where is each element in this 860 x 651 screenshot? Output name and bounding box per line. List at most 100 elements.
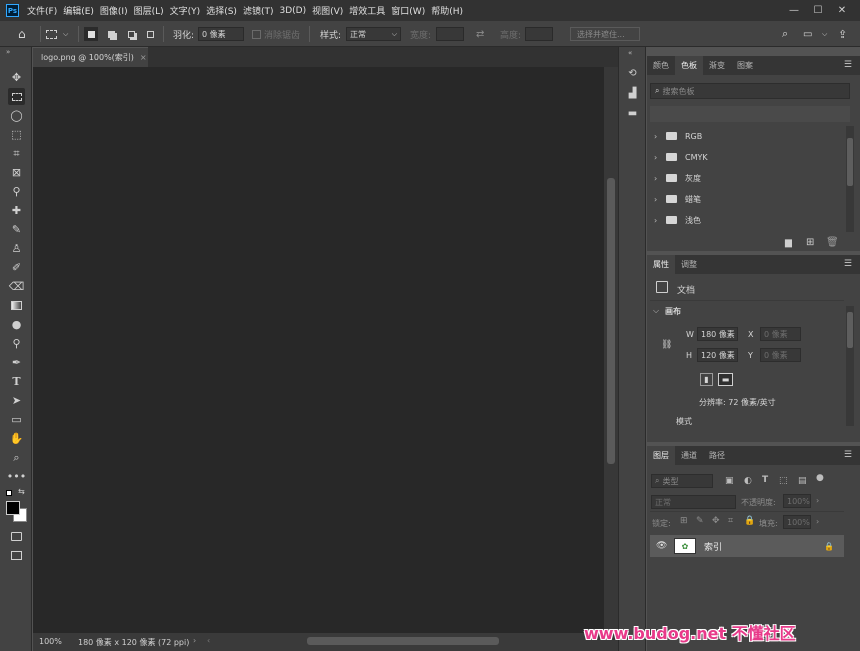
lock-position-icon[interactable]: ✥ xyxy=(712,516,720,526)
home-icon[interactable]: ⌂ xyxy=(18,21,26,47)
smart-object-filter-icon[interactable]: ▤ xyxy=(798,476,807,486)
tab-swatches[interactable]: 色板 xyxy=(675,56,703,75)
tab-paths[interactable]: 路径 xyxy=(703,446,731,465)
menu-edit[interactable]: 编辑(E) xyxy=(63,4,94,17)
eyedropper-tool-icon[interactable]: ⚲ xyxy=(8,183,25,200)
swatch-group[interactable]: › CMYK xyxy=(650,147,840,167)
layer-row[interactable]: 👁 ✿ 索引 🔒 xyxy=(650,535,844,557)
chevron-left-icon[interactable]: ‹ xyxy=(207,636,210,645)
healing-brush-tool-icon[interactable]: ✚ xyxy=(8,202,25,219)
opacity-input[interactable]: 100% xyxy=(783,494,811,508)
menu-window[interactable]: 窗口(W) xyxy=(391,4,425,17)
lasso-tool-icon[interactable]: ◯ xyxy=(8,107,25,124)
tab-properties[interactable]: 属性 xyxy=(647,255,675,274)
collapse-icon[interactable]: » xyxy=(6,48,10,56)
gradient-tool-icon[interactable] xyxy=(8,297,25,314)
maximize-button[interactable]: ☐ xyxy=(808,0,828,21)
object-selection-tool-icon[interactable]: ⬚ xyxy=(8,126,25,143)
swatch-group[interactable]: › RGB xyxy=(650,126,840,146)
quick-mask-icon[interactable] xyxy=(8,528,25,545)
brush-tool-icon[interactable]: ✎ xyxy=(8,221,25,238)
menu-3d[interactable]: 3D(D) xyxy=(279,6,306,16)
swatch-group[interactable]: › 灰度 xyxy=(650,168,840,188)
expand-icon[interactable]: « xyxy=(628,49,632,57)
lock-image-icon[interactable]: ✎ xyxy=(696,516,704,526)
menu-type[interactable]: 文字(Y) xyxy=(170,4,201,17)
eraser-tool-icon[interactable]: ⌫ xyxy=(8,278,25,295)
tab-gradients[interactable]: 渐变 xyxy=(703,56,731,75)
swatches-scroll-thumb[interactable] xyxy=(847,138,853,186)
lock-artboard-icon[interactable]: ⌗ xyxy=(728,516,733,526)
actions-icon[interactable]: ▟ xyxy=(626,87,639,99)
search-icon[interactable]: ⌕ xyxy=(782,21,788,47)
swatch-group[interactable]: › 浅色 xyxy=(650,210,840,230)
frame-tool-icon[interactable]: ⊠ xyxy=(8,164,25,181)
menu-view[interactable]: 视图(V) xyxy=(312,4,343,17)
lock-transparent-icon[interactable]: ⊞ xyxy=(680,516,688,526)
shape-filter-icon[interactable]: ⬚ xyxy=(779,476,788,486)
chevron-down-icon[interactable]: ⌵ xyxy=(822,21,827,47)
blur-tool-icon[interactable]: ● xyxy=(8,316,25,333)
swap-colors-icon[interactable]: ⇆ xyxy=(18,487,25,496)
blend-mode-select[interactable]: 正常 xyxy=(651,495,736,509)
tab-color[interactable]: 颜色 xyxy=(647,56,675,75)
visibility-eye-icon[interactable]: 👁 xyxy=(656,541,667,551)
panel-menu-icon[interactable]: ☰ xyxy=(844,60,852,70)
feather-input[interactable]: 0 像素 xyxy=(198,27,244,41)
history-brush-tool-icon[interactable]: ✐ xyxy=(8,259,25,276)
link-icon[interactable]: ⛓ xyxy=(661,340,672,350)
rectangle-tool-icon[interactable]: ▭ xyxy=(8,411,25,428)
layer-filter-select[interactable]: ⌕ 类型 xyxy=(651,474,713,488)
subtract-selection-icon[interactable] xyxy=(124,27,138,41)
style-select[interactable]: 正常 ⌵ xyxy=(346,27,401,41)
filter-toggle-icon[interactable]: ● xyxy=(816,473,824,483)
properties-scroll-thumb[interactable] xyxy=(847,312,853,348)
swatch-group[interactable]: › 蜡笔 xyxy=(650,189,840,209)
foreground-color-swatch[interactable] xyxy=(6,501,20,515)
crop-tool-icon[interactable]: ⌗ xyxy=(8,145,25,162)
panel-menu-icon[interactable]: ☰ xyxy=(844,450,852,460)
vertical-scroll-thumb[interactable] xyxy=(607,178,615,464)
tab-channels[interactable]: 通道 xyxy=(675,446,703,465)
menu-filter[interactable]: 滤镜(T) xyxy=(243,4,274,17)
zoom-tool-icon[interactable]: ⌕ xyxy=(8,449,25,466)
fill-input[interactable]: 100% xyxy=(783,515,811,529)
menu-help[interactable]: 帮助(H) xyxy=(431,4,463,17)
menu-select[interactable]: 选择(S) xyxy=(206,4,237,17)
close-icon[interactable]: × xyxy=(140,53,147,62)
horizontal-scroll-thumb[interactable] xyxy=(307,637,499,645)
move-tool-icon[interactable]: ✥ xyxy=(8,69,25,86)
marquee-tool-icon[interactable] xyxy=(8,88,25,105)
hand-tool-icon[interactable]: ✋ xyxy=(8,430,25,447)
dodge-tool-icon[interactable]: ⚲ xyxy=(8,335,25,352)
landscape-orientation-icon[interactable]: ▬ xyxy=(718,373,733,386)
width-input[interactable] xyxy=(436,27,464,41)
chevron-down-icon[interactable]: ⌵ xyxy=(63,21,68,47)
menu-image[interactable]: 图像(I) xyxy=(100,4,128,17)
new-group-icon[interactable]: ▆ xyxy=(785,238,792,248)
pixel-filter-icon[interactable]: ▣ xyxy=(725,476,734,486)
select-and-mask-button[interactable]: 选择并遮住... xyxy=(570,27,640,41)
new-selection-icon[interactable] xyxy=(84,27,98,41)
new-swatch-icon[interactable]: ⊞ xyxy=(806,237,814,248)
close-button[interactable]: ✕ xyxy=(832,0,852,21)
chevron-right-icon[interactable]: › xyxy=(193,636,196,645)
delete-icon[interactable]: 🗑 xyxy=(826,237,839,248)
adjustment-filter-icon[interactable]: ◐ xyxy=(744,476,752,486)
history-icon[interactable]: ⟲ xyxy=(626,67,639,79)
type-filter-icon[interactable]: T xyxy=(762,475,768,485)
add-selection-icon[interactable] xyxy=(104,27,118,41)
canvas-height-input[interactable]: 120 像素 xyxy=(697,348,738,362)
swap-icon[interactable]: ⇄ xyxy=(476,21,484,47)
antialias-checkbox[interactable] xyxy=(252,30,261,39)
minimize-button[interactable]: — xyxy=(784,0,804,21)
menu-plugins[interactable]: 增效工具 xyxy=(349,4,385,17)
zoom-level[interactable]: 100% xyxy=(39,637,62,646)
swatch-search-input[interactable]: ⌕ 搜索色板 xyxy=(650,83,850,99)
more-tools-icon[interactable]: ••• xyxy=(7,468,26,485)
comments-icon[interactable]: ▬ xyxy=(626,107,639,119)
chevron-right-icon[interactable]: › xyxy=(816,496,819,505)
screen-mode-icon[interactable] xyxy=(8,547,25,564)
tab-patterns[interactable]: 图案 xyxy=(731,56,759,75)
portrait-orientation-icon[interactable]: ▮ xyxy=(700,373,713,386)
